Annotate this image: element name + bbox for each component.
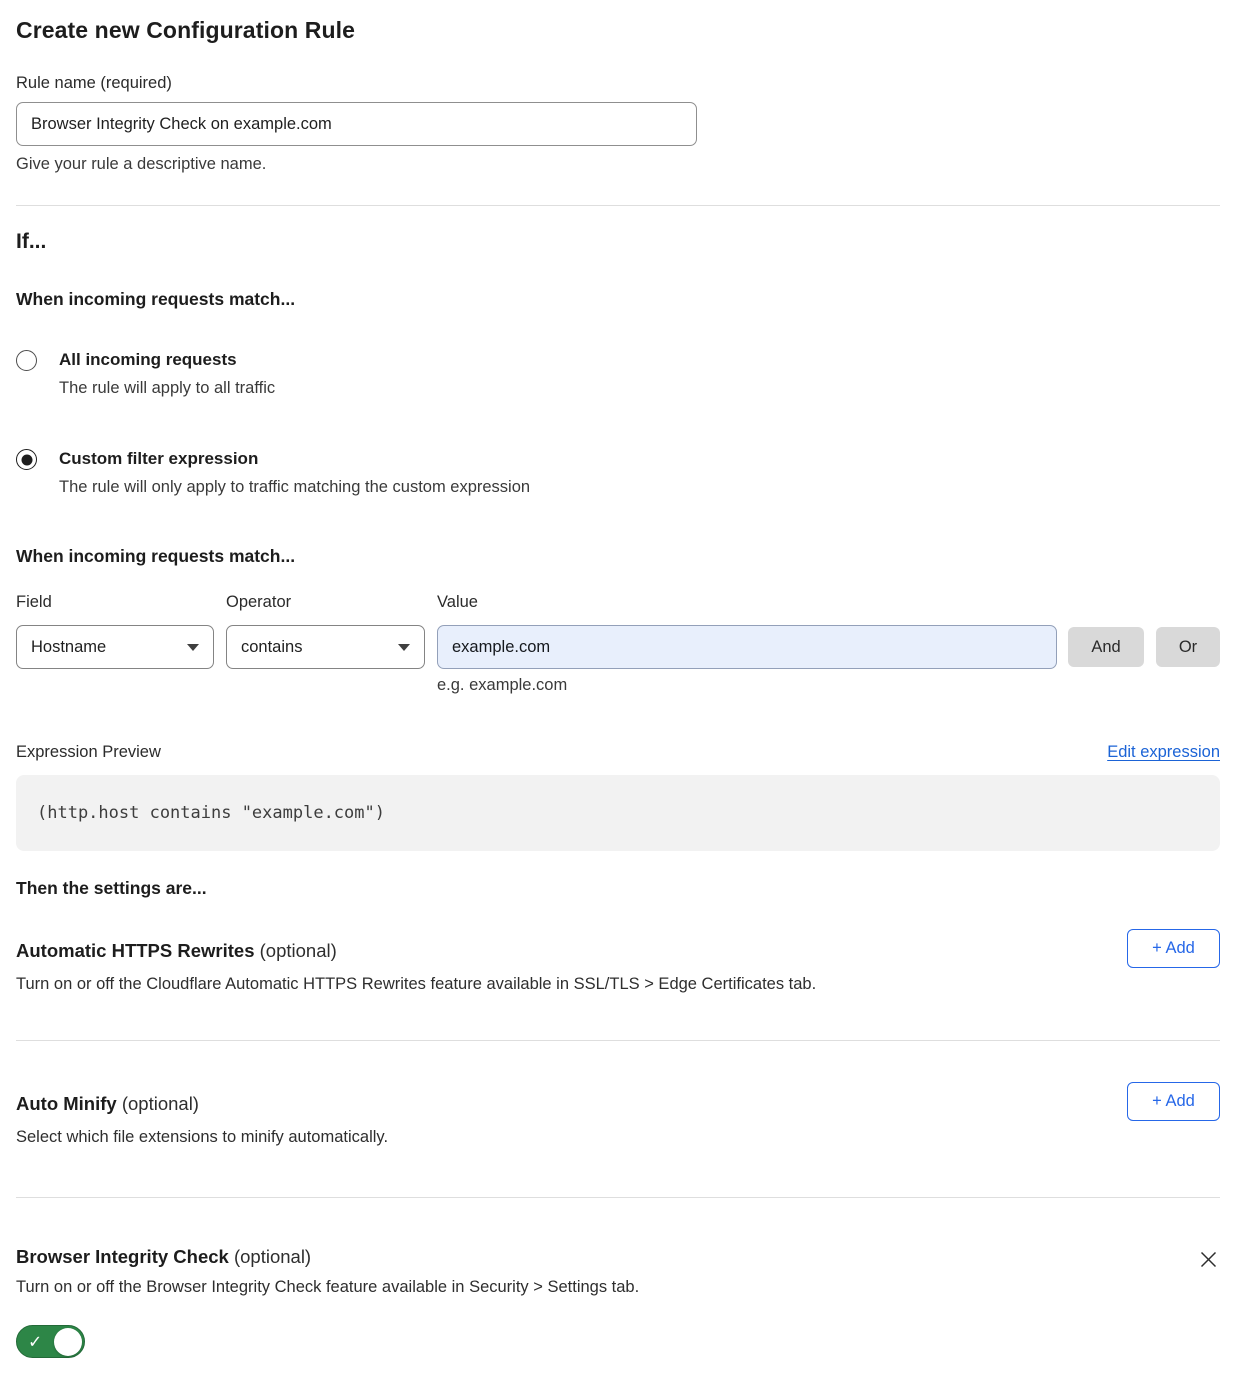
setting-optional-label: (optional) [229, 1246, 311, 1267]
settings-heading: Then the settings are... [16, 877, 1220, 899]
expression-builder-heading: When incoming requests match... [16, 545, 1220, 567]
radio-option-all-requests[interactable]: All incoming requests The rule will appl… [16, 349, 1220, 399]
if-heading: If... [16, 227, 1220, 257]
match-subheading: When incoming requests match... [16, 288, 1220, 310]
radio-texts: Custom filter expression The rule will o… [59, 448, 530, 498]
add-auto-minify-button[interactable]: + Add [1127, 1082, 1220, 1121]
operator-select[interactable]: contains [226, 625, 425, 669]
browser-integrity-check-toggle[interactable]: ✓ [16, 1325, 85, 1358]
setting-title-group: Browser Integrity Check (optional) [16, 1235, 311, 1268]
radio-all-requests-label: All incoming requests [59, 349, 275, 371]
setting-auto-minify: Auto Minify (optional) + Add [16, 1082, 1220, 1121]
radio-custom-expression[interactable] [16, 449, 37, 470]
setting-title: Auto Minify [16, 1093, 117, 1114]
expression-builder-row: Hostname contains And Or [16, 625, 1220, 669]
setting-title: Browser Integrity Check [16, 1246, 229, 1267]
builder-column-labels: Field Operator Value [16, 592, 1220, 612]
expression-preview-label: Expression Preview [16, 742, 161, 763]
setting-description: Select which file extensions to minify a… [16, 1127, 1220, 1148]
close-icon [1199, 1250, 1218, 1269]
toggle-knob[interactable] [54, 1328, 82, 1356]
section-divider [16, 1040, 1220, 1041]
value-input[interactable] [437, 625, 1057, 669]
setting-title: Automatic HTTPS Rewrites [16, 940, 255, 961]
value-hint: e.g. example.com [437, 676, 1220, 695]
rule-name-help: Give your rule a descriptive name. [16, 154, 1220, 174]
setting-browser-integrity-check: Browser Integrity Check (optional) [16, 1235, 1220, 1271]
section-divider [16, 1197, 1220, 1198]
or-button[interactable]: Or [1156, 627, 1220, 667]
field-select-value: Hostname [31, 638, 106, 657]
setting-title-group: Automatic HTTPS Rewrites (optional) [16, 929, 337, 962]
operator-select-value: contains [241, 638, 302, 657]
rule-name-input[interactable] [16, 102, 697, 146]
rule-name-label: Rule name (required) [16, 73, 1220, 93]
setting-optional-label: (optional) [117, 1093, 199, 1114]
radio-custom-expression-description: The rule will only apply to traffic matc… [59, 476, 530, 498]
setting-automatic-https-rewrites: Automatic HTTPS Rewrites (optional) + Ad… [16, 929, 1220, 968]
setting-optional-label: (optional) [255, 940, 337, 961]
edit-expression-link[interactable]: Edit expression [1107, 743, 1220, 762]
and-button[interactable]: And [1068, 627, 1144, 667]
expression-preview-code: (http.host contains "example.com") [16, 775, 1220, 851]
setting-description: Turn on or off the Cloudflare Automatic … [16, 974, 1220, 995]
expression-preview-header: Expression Preview Edit expression [16, 742, 1220, 763]
field-select[interactable]: Hostname [16, 625, 214, 669]
chevron-down-icon [187, 644, 199, 651]
radio-all-requests[interactable] [16, 350, 37, 371]
expression-code-text: (http.host contains "example.com") [37, 803, 385, 823]
operator-column-label: Operator [226, 592, 437, 612]
check-icon: ✓ [28, 1333, 42, 1350]
create-configuration-rule-form: Create new Configuration Rule Rule name … [0, 16, 1237, 1363]
radio-texts: All incoming requests The rule will appl… [59, 349, 275, 399]
radio-option-custom-expression[interactable]: Custom filter expression The rule will o… [16, 448, 1220, 498]
remove-setting-button[interactable] [1196, 1247, 1220, 1271]
value-column-label: Value [437, 592, 478, 612]
chevron-down-icon [398, 644, 410, 651]
setting-title-group: Auto Minify (optional) [16, 1082, 199, 1115]
field-column-label: Field [16, 592, 226, 612]
section-divider [16, 205, 1220, 206]
radio-all-requests-description: The rule will apply to all traffic [59, 377, 275, 399]
radio-custom-expression-label: Custom filter expression [59, 448, 530, 470]
add-automatic-https-rewrites-button[interactable]: + Add [1127, 929, 1220, 968]
setting-description: Turn on or off the Browser Integrity Che… [16, 1277, 1220, 1298]
page-title: Create new Configuration Rule [16, 16, 1220, 44]
